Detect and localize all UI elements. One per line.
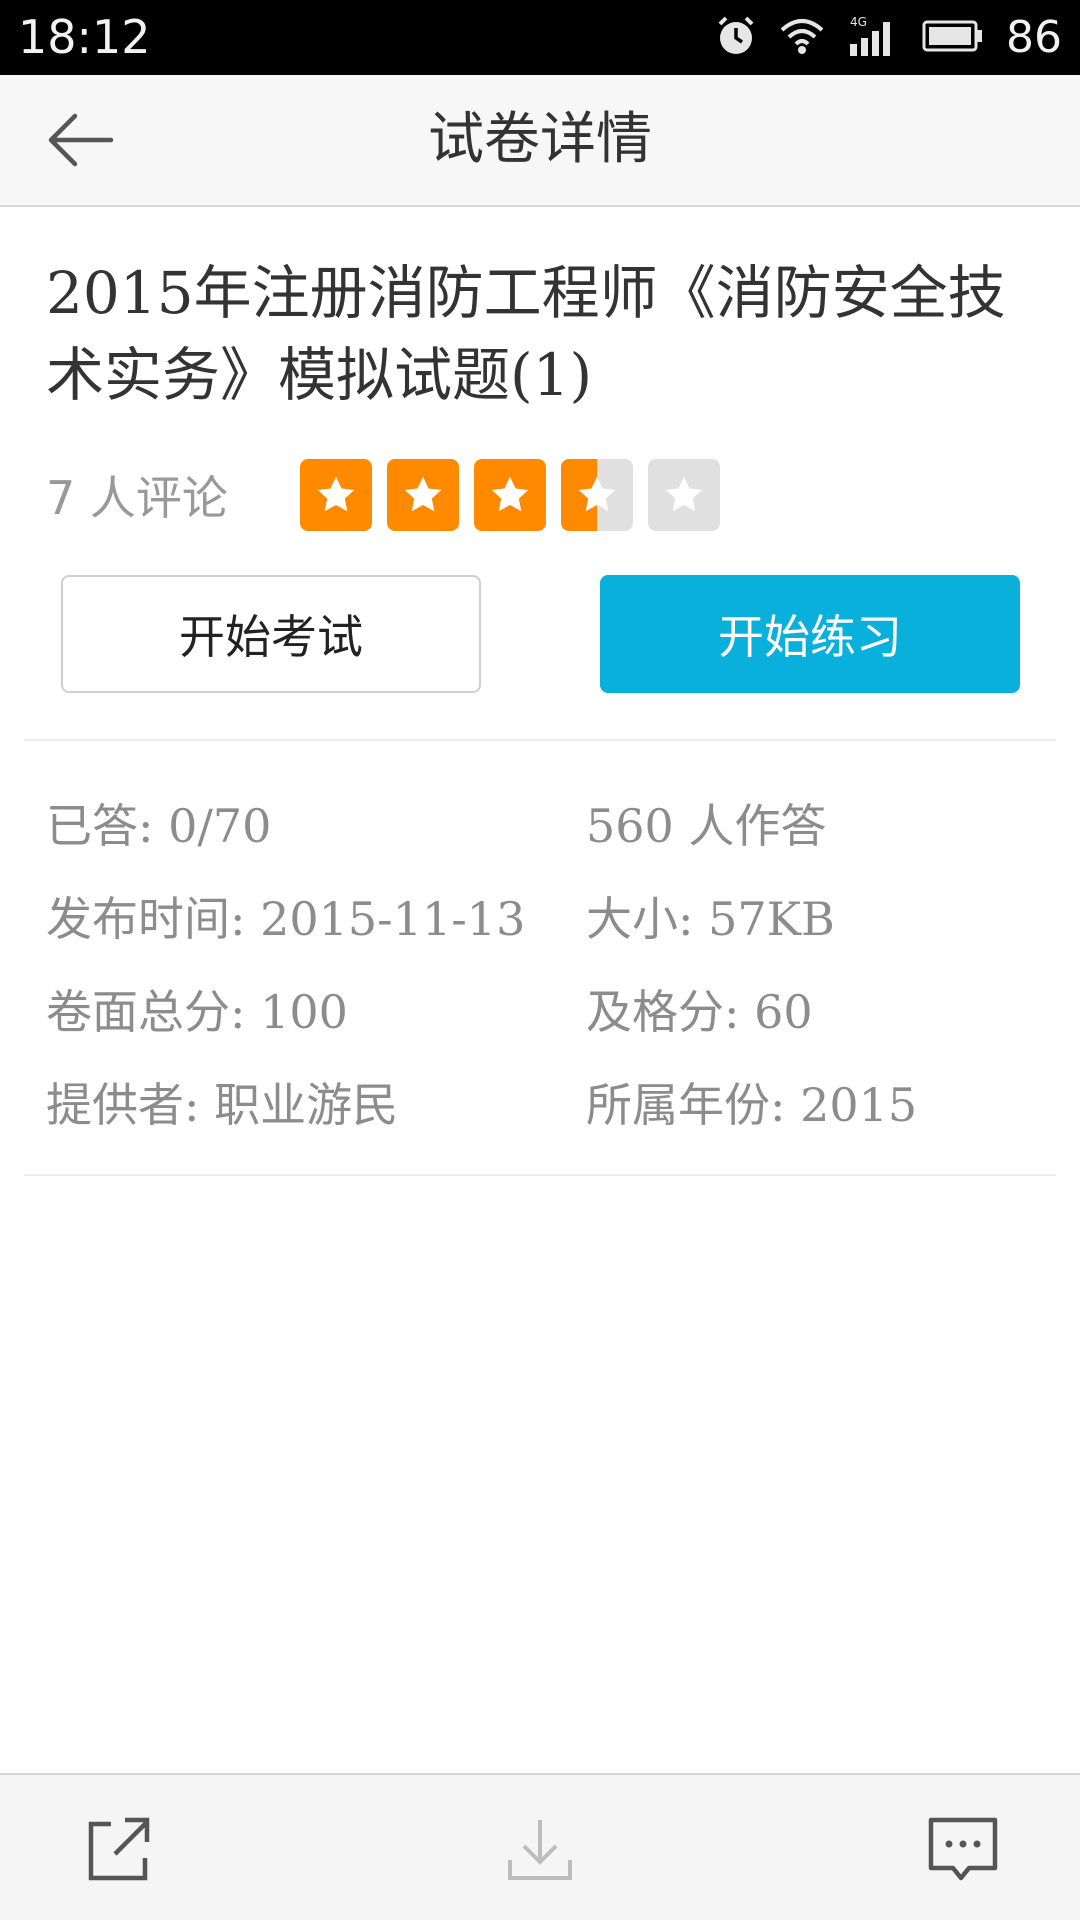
rating-row: 7 人评论 [46,455,720,535]
battery-level: 86 [1006,12,1062,63]
status-time: 18:12 [18,10,151,64]
total-score: 卷面总分: 100 [46,985,348,1039]
star-icon [300,459,372,531]
comment-icon [928,1817,998,1881]
year: 所属年份: 2015 [586,1078,918,1132]
publish-time: 发布时间: 2015-11-13 [46,892,526,946]
provider: 提供者: 职业游民 [46,1078,399,1132]
star-icon [387,459,459,531]
status-icons: 4G 86 [714,0,1062,75]
file-size: 大小: 57KB [586,892,835,946]
start-practice-button[interactable]: 开始练习 [600,575,1020,693]
comment-button[interactable] [918,1805,1008,1895]
download-button[interactable] [495,1805,585,1895]
info-row: 发布时间: 2015-11-13 大小: 57KB [46,873,1046,966]
star-icon [648,459,720,531]
bottom-toolbar [0,1773,1080,1920]
wifi-icon [780,16,824,60]
star-icon [474,459,546,531]
paper-info: 已答: 0/70 560 人作答 发布时间: 2015-11-13 大小: 57… [46,780,1046,1152]
pass-score: 及格分: 60 [586,985,813,1039]
page-title: 试卷详情 [428,107,652,172]
participant-count: 560 人作答 [586,799,827,853]
app-header: 试卷详情 [0,75,1080,207]
svg-text:4G: 4G [850,15,867,29]
info-row: 提供者: 职业游民 所属年份: 2015 [46,1059,1046,1152]
battery-icon [922,19,984,57]
answered-count: 已答: 0/70 [46,799,272,853]
info-row: 已答: 0/70 560 人作答 [46,780,1046,873]
info-row: 卷面总分: 100 及格分: 60 [46,966,1046,1059]
alarm-icon [714,14,758,62]
paper-title: 2015年注册消防工程师《消防安全技术实务》模拟试题(1) [46,259,1006,409]
status-bar: 18:12 4G 86 [0,0,1080,75]
signal-4g-icon: 4G [846,14,900,62]
divider [24,739,1056,741]
share-icon [88,1817,150,1881]
start-exam-button[interactable]: 开始考试 [61,575,481,693]
divider [24,1174,1056,1176]
share-button[interactable] [72,1805,162,1895]
star-rating [300,459,720,531]
download-icon [508,1820,572,1880]
star-icon [561,459,633,531]
review-count[interactable]: 7 人评论 [46,462,300,528]
